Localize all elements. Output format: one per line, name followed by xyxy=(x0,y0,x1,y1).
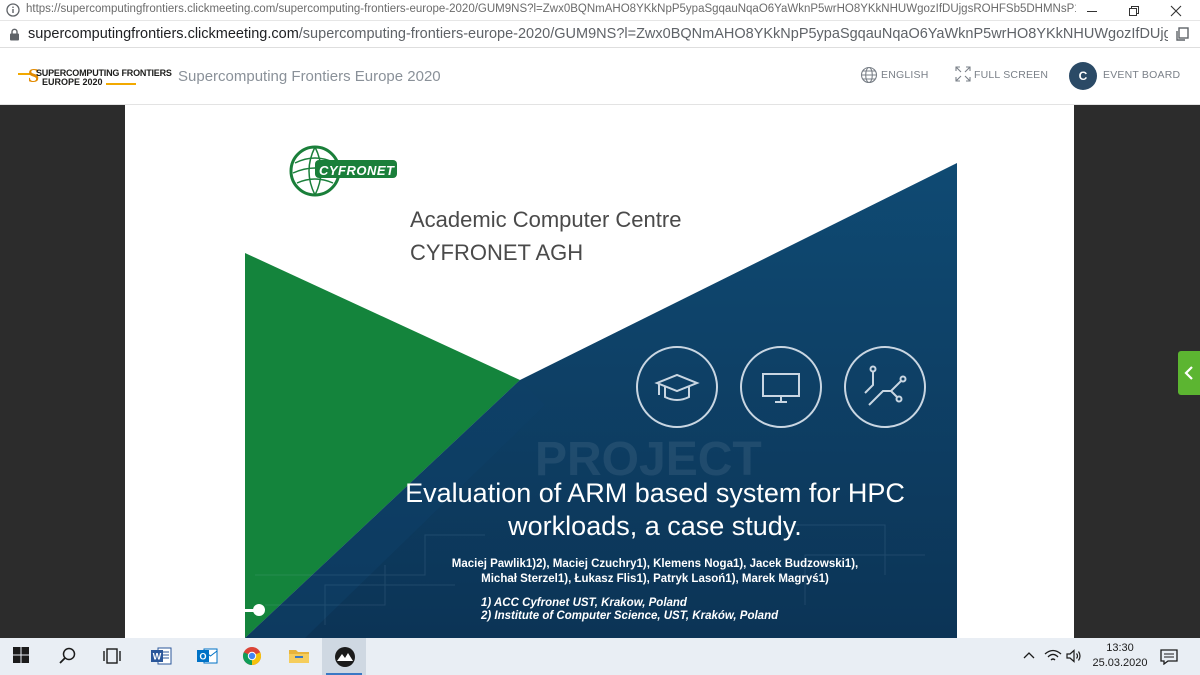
outlook-icon: O xyxy=(197,648,218,664)
authors-line1: Maciej Pawlik1)2), Maciej Czuchry1), Kle… xyxy=(451,558,859,570)
minimize-button[interactable] xyxy=(1080,2,1104,19)
copy-icon[interactable] xyxy=(1174,26,1190,42)
taskbar-file-explorer[interactable] xyxy=(276,638,320,675)
event-logo[interactable]: S SUPERCOMPUTING FRONTIERS EUROPE 2020 xyxy=(14,57,172,95)
window-url-text: https://supercomputingfrontiers.clickmee… xyxy=(26,3,1076,15)
taskbar-word[interactable]: W xyxy=(138,638,182,675)
fullscreen-button[interactable]: FULL SCREEN xyxy=(974,69,1048,81)
taskbar-chrome[interactable] xyxy=(230,638,274,675)
page-info-icon[interactable] xyxy=(6,3,20,17)
folder-icon xyxy=(289,650,309,663)
minimize-icon xyxy=(1087,11,1097,12)
affiliation-1: 1) ACC Cyfronet UST, Krakow, Poland xyxy=(481,597,687,609)
word-icon: W xyxy=(151,647,172,665)
talk-title: Evaluation of ARM based system for HPC w… xyxy=(365,477,945,543)
monitor-icon xyxy=(740,346,822,428)
start-button[interactable] xyxy=(0,638,44,675)
search-button[interactable] xyxy=(46,638,90,675)
chrome-icon xyxy=(242,647,262,666)
event-title: Supercomputing Frontiers Europe 2020 xyxy=(178,68,441,85)
graduation-cap-icon xyxy=(636,346,718,428)
wifi-icon[interactable] xyxy=(1044,649,1062,663)
volume-icon[interactable] xyxy=(145,603,161,617)
restore-icon xyxy=(1129,6,1139,16)
address-host: supercomputingfrontiers.clickmeeting.com xyxy=(28,26,299,42)
app-header: S SUPERCOMPUTING FRONTIERS EUROPE 2020 S… xyxy=(0,48,1200,105)
close-icon xyxy=(1170,5,1182,17)
app-logo-icon xyxy=(335,647,355,667)
globe-icon[interactable] xyxy=(860,66,878,84)
search-icon xyxy=(59,647,76,664)
address-bar[interactable]: supercomputingfrontiers.clickmeeting.com… xyxy=(0,21,1200,48)
talk-title-line2: workloads, a case study. xyxy=(508,511,802,541)
taskbar-outlook[interactable]: O xyxy=(184,638,228,675)
authors: Maciej Pawlik1)2), Maciej Czuchry1), Kle… xyxy=(405,557,905,587)
windows-logo-icon xyxy=(13,647,29,663)
user-avatar[interactable]: C xyxy=(1069,62,1097,90)
browser-title-bar: https://supercomputingfrontiers.clickmee… xyxy=(0,0,1200,21)
authors-line2: Michał Sterzel1), Łukasz Flis1), Patryk … xyxy=(481,573,829,585)
talk-title-line1: Evaluation of ARM based system for HPC xyxy=(405,478,905,508)
volume-slider[interactable] xyxy=(171,609,259,612)
org-name-line1: Academic Computer Centre xyxy=(410,207,682,232)
org-name-line2: CYFRONET AGH xyxy=(410,240,584,265)
fullscreen-icon[interactable] xyxy=(955,66,971,82)
clock-time[interactable]: 13:30 xyxy=(1098,642,1142,654)
volume-slider-handle[interactable] xyxy=(253,604,265,616)
circuit-icon xyxy=(844,346,926,428)
svg-text:O: O xyxy=(199,652,206,662)
task-view-icon xyxy=(103,648,121,664)
address-path: /supercomputing-frontiers-europe-2020/GU… xyxy=(298,26,1168,42)
task-view-button[interactable] xyxy=(90,638,134,675)
svg-text:W: W xyxy=(153,652,162,662)
presentation-slide: PROJECT CYFRONET Academic Computer Centr… xyxy=(125,105,1074,638)
notifications-icon[interactable] xyxy=(1160,649,1178,665)
show-hidden-icons-icon[interactable] xyxy=(1022,649,1036,663)
restore-button[interactable] xyxy=(1122,2,1146,19)
taskbar-active-app[interactable] xyxy=(322,638,366,675)
language-selector[interactable]: ENGLISH xyxy=(881,69,929,81)
close-button[interactable] xyxy=(1164,2,1188,19)
presentation-area: PROJECT CYFRONET Academic Computer Centr… xyxy=(0,105,1200,638)
windows-taskbar: W O 13:30 25.03.2020 xyxy=(0,638,1200,675)
speaker-icon[interactable] xyxy=(1066,649,1082,663)
clock-date[interactable]: 25.03.2020 xyxy=(1088,657,1152,669)
affiliation-2: 2) Institute of Computer Science, UST, K… xyxy=(481,610,779,622)
logo-line2: EUROPE 2020 xyxy=(42,77,103,87)
logo-bar-right xyxy=(106,83,136,85)
lock-icon xyxy=(10,28,19,41)
address-text[interactable]: supercomputingfrontiers.clickmeeting.com… xyxy=(28,26,1168,42)
chevron-left-icon xyxy=(1184,366,1193,380)
side-panel-toggle[interactable] xyxy=(1178,351,1200,395)
cyfronet-logo-text: CYFRONET xyxy=(319,163,395,178)
event-board-button[interactable]: EVENT BOARD xyxy=(1103,69,1180,81)
